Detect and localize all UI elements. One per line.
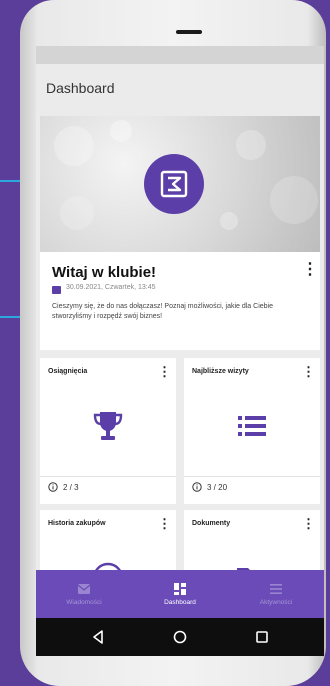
more-icon[interactable]: ⋮ xyxy=(302,517,315,530)
nav-item-activities[interactable]: Aktywności xyxy=(228,570,324,618)
back-icon[interactable] xyxy=(90,629,106,645)
list-icon xyxy=(270,583,282,594)
home-icon[interactable] xyxy=(172,629,188,645)
nav-item-messages[interactable]: Wiadomości xyxy=(36,570,132,618)
card-achievements[interactable]: Osiągnięcia ⋮ 2 / 3 xyxy=(40,358,176,504)
status-bar xyxy=(36,46,324,64)
calendar-icon xyxy=(52,286,61,294)
welcome-date: 30.09.2021, Czwartek, 13:45 xyxy=(66,284,156,291)
nav-label: Wiadomości xyxy=(66,598,102,606)
app-screen: Dashboard Witaj w klubie! ⋮ 30.09.2021, … xyxy=(36,46,324,656)
app-bar: Dashboard xyxy=(36,64,324,116)
dashboard-icon xyxy=(174,582,186,595)
bottom-navigation: Wiadomości Dashboard Aktywności xyxy=(36,570,324,618)
mail-icon xyxy=(77,583,91,594)
more-icon[interactable]: ⋮ xyxy=(158,365,171,378)
trophy-icon xyxy=(93,412,123,440)
phone-speaker xyxy=(176,30,202,34)
club-logo-icon xyxy=(144,154,204,214)
more-icon[interactable]: ⋮ xyxy=(158,517,171,530)
list-icon xyxy=(238,416,266,436)
welcome-card[interactable]: Witaj w klubie! ⋮ 30.09.2021, Czwartek, … xyxy=(40,116,320,350)
nav-label: Dashboard xyxy=(164,598,196,606)
card-count: 2 / 3 xyxy=(63,482,79,492)
welcome-title: Witaj w klubie! xyxy=(52,264,157,281)
welcome-hero-image xyxy=(40,116,320,252)
info-icon xyxy=(48,482,58,492)
recents-icon[interactable] xyxy=(254,629,270,645)
info-icon xyxy=(192,482,202,492)
welcome-text: Cieszymy się, że do nas dołączasz! Pozna… xyxy=(52,303,273,320)
nav-label: Aktywności xyxy=(259,598,293,606)
card-title: Najbliższe wizyty xyxy=(192,368,249,375)
card-title: Dokumenty xyxy=(192,520,231,527)
more-icon[interactable]: ⋮ xyxy=(302,365,315,378)
card-title: Historia zakupów xyxy=(48,520,106,527)
nav-item-dashboard[interactable]: Dashboard xyxy=(132,570,228,618)
card-title: Osiągnięcia xyxy=(48,368,88,375)
card-count: 3 / 20 xyxy=(207,482,228,492)
card-upcoming-visits[interactable]: Najbliższe wizyty ⋮ 3 / 20 xyxy=(184,358,320,504)
welcome-more-icon[interactable]: ⋮ xyxy=(302,262,318,278)
system-navigation-bar xyxy=(36,618,324,656)
page-title: Dashboard xyxy=(46,80,115,96)
